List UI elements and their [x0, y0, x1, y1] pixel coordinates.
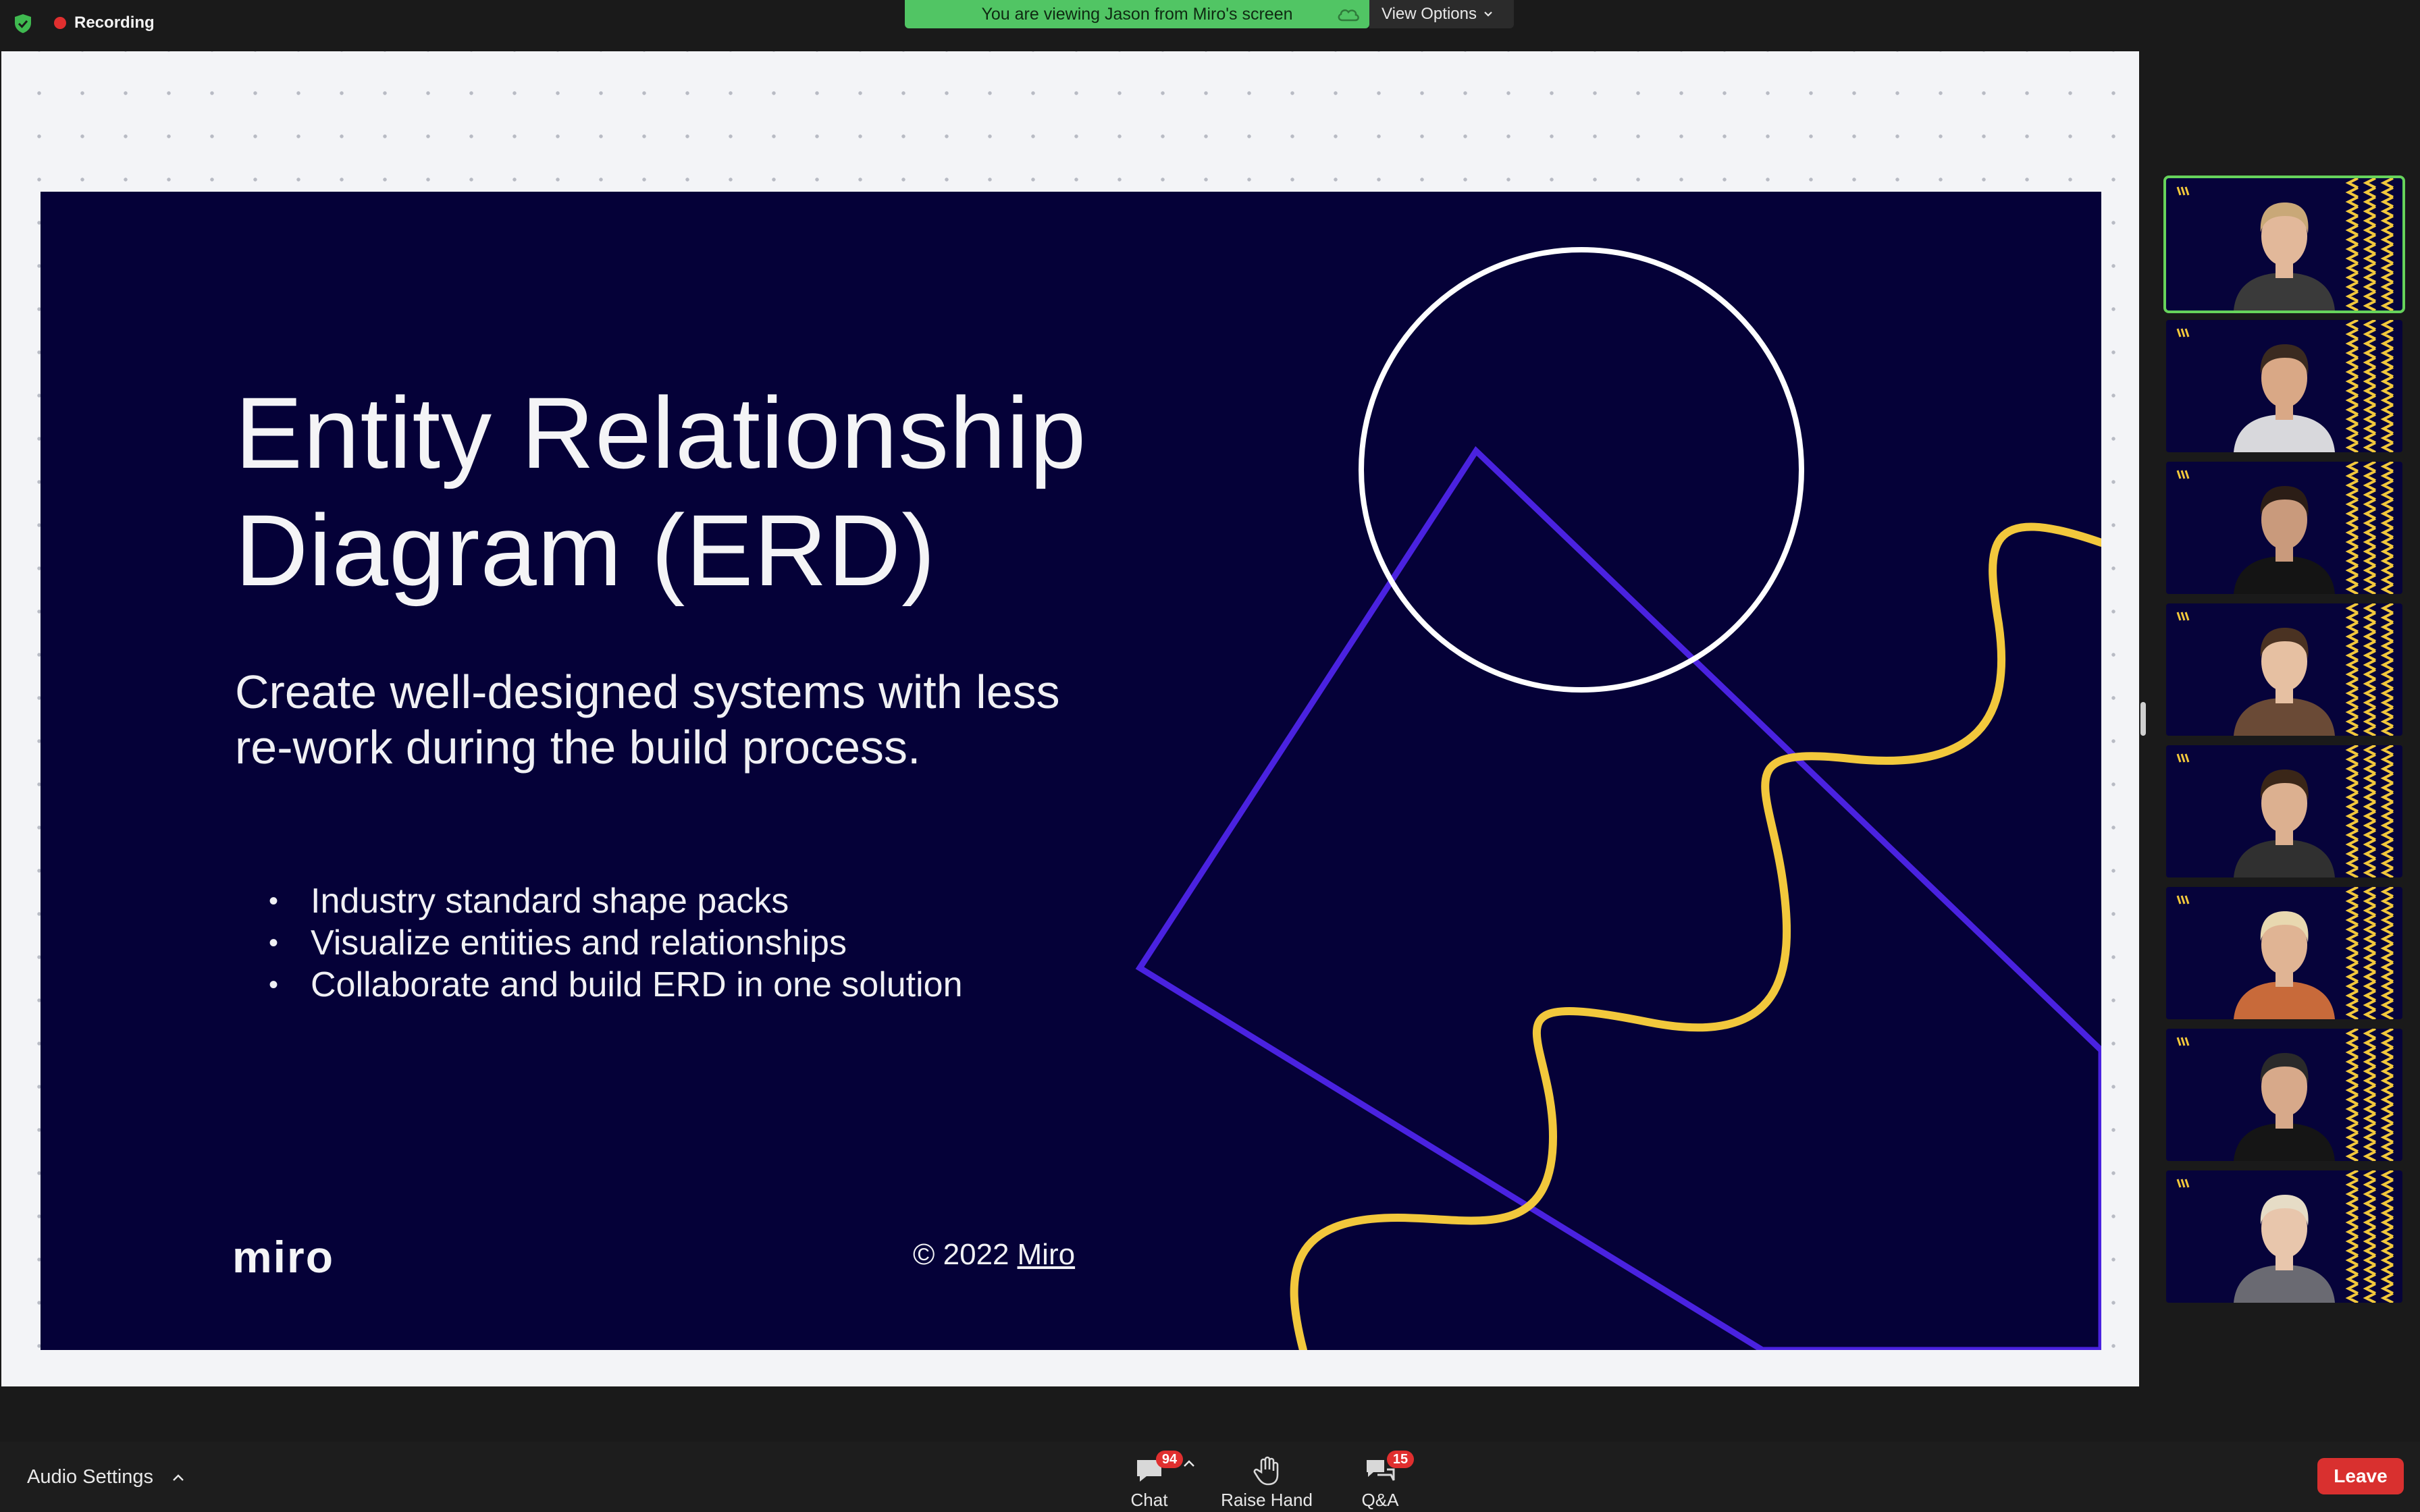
- bullet-item: Collaborate and build ERD in one solutio…: [269, 964, 962, 1006]
- view-options-button[interactable]: View Options: [1369, 0, 1514, 28]
- view-options-label: View Options: [1382, 5, 1477, 23]
- chat-bubble-icon: 94: [1133, 1451, 1183, 1486]
- slide-title-line2: Diagram (ERD): [235, 493, 937, 607]
- chevron-pattern-icon: [2345, 745, 2394, 878]
- miro-mark-icon: [2176, 470, 2190, 479]
- chat-badge: 94: [1156, 1451, 1183, 1468]
- miro-mark-icon: [2176, 895, 2190, 905]
- chevron-pattern-icon: [2345, 1170, 2394, 1303]
- participant-tile[interactable]: [2166, 887, 2402, 1019]
- miro-mark-icon: [2176, 753, 2190, 763]
- chevron-pattern-icon: [2345, 603, 2394, 736]
- bullet-item: Visualize entities and relationships: [269, 922, 963, 964]
- chat-label: Chat: [1130, 1490, 1168, 1510]
- participant-tile[interactable]: [2166, 603, 2402, 736]
- qa-label: Q&A: [1361, 1490, 1399, 1510]
- chat-button[interactable]: 94 Chat: [1102, 1450, 1196, 1511]
- participant-tile[interactable]: [2166, 1029, 2402, 1161]
- chevron-pattern-icon: [2345, 320, 2394, 452]
- top-bar: Recording You are viewing Jason from Mir…: [0, 0, 2420, 47]
- chat-options-caret-icon[interactable]: [1183, 1459, 1195, 1467]
- participant-video-icon: [2234, 628, 2335, 736]
- slide-bullets: Industry standard shape packs Visualize …: [269, 880, 963, 1006]
- bullet-item: Industry standard shape packs: [269, 880, 963, 922]
- qa-button[interactable]: 15 Q&A: [1333, 1450, 1427, 1511]
- viewing-banner-text: You are viewing Jason from Miro's screen: [981, 4, 1293, 24]
- chevron-pattern-icon: [2345, 887, 2394, 1019]
- raise-hand-button[interactable]: Raise Hand: [1219, 1450, 1314, 1511]
- slide-copyright: © 2022 Miro: [913, 1238, 1075, 1272]
- miro-mark-icon: [2176, 1037, 2190, 1046]
- audio-settings-button[interactable]: Audio Settings: [27, 1466, 184, 1488]
- panel-resize-handle[interactable]: [2140, 702, 2146, 736]
- slide-title: Entity Relationship Diagram (ERD): [235, 374, 1248, 609]
- shared-screen: Entity Relationship Diagram (ERD) Create…: [1, 51, 2139, 1386]
- audio-settings-label: Audio Settings: [27, 1466, 154, 1488]
- participant-video-icon: [2234, 1053, 2335, 1161]
- slide-subtitle: Create well-designed systems with less r…: [235, 666, 1060, 774]
- participant-video-icon: [2234, 344, 2335, 452]
- participant-tile[interactable]: [2163, 176, 2405, 313]
- chevron-pattern-icon: [2345, 1029, 2394, 1161]
- participant-tile[interactable]: [2166, 1170, 2402, 1303]
- participant-video-icon: [2234, 911, 2335, 1019]
- participant-tile[interactable]: [2166, 462, 2402, 594]
- slide-title-line1: Entity Relationship: [235, 376, 1087, 489]
- participant-video-icon: [2234, 486, 2335, 594]
- miro-mark-icon: [2176, 328, 2190, 338]
- miro-mark-icon: [2176, 186, 2190, 196]
- miro-mark-icon: [2176, 1179, 2190, 1188]
- participant-tile[interactable]: [2166, 745, 2402, 878]
- miro-mark-icon: [2176, 612, 2190, 621]
- participant-video-icon: [2234, 1195, 2335, 1303]
- chevron-pattern-icon: [2345, 462, 2394, 594]
- record-dot-icon: [54, 17, 66, 29]
- bottom-toolbar: Audio Settings 94 Chat Raise Hand 15 Q&A…: [0, 1442, 2420, 1512]
- participant-tile[interactable]: [2166, 320, 2402, 452]
- recording-indicator[interactable]: Recording: [54, 12, 155, 34]
- leave-button[interactable]: Leave: [2317, 1458, 2404, 1494]
- chevron-pattern-icon: [2345, 178, 2394, 310]
- hand-icon: [1251, 1456, 1283, 1486]
- copyright-link[interactable]: Miro: [1018, 1238, 1076, 1272]
- cloud-icon[interactable]: [1336, 5, 1361, 23]
- chevron-down-icon: [1484, 11, 1492, 17]
- copyright-prefix: © 2022: [913, 1238, 1009, 1271]
- miro-logo: miro: [232, 1232, 335, 1282]
- viewing-banner: You are viewing Jason from Miro's screen: [905, 0, 1369, 28]
- shield-check-icon[interactable]: [14, 14, 32, 34]
- participant-video-icon: [2234, 202, 2335, 310]
- presentation-slide: Entity Relationship Diagram (ERD) Create…: [41, 192, 2101, 1350]
- recording-label: Recording: [74, 14, 155, 32]
- qa-badge: 15: [1387, 1451, 1414, 1468]
- participant-video-icon: [2234, 770, 2335, 878]
- qa-bubble-icon: 15: [1364, 1451, 1414, 1486]
- caret-up-icon[interactable]: [172, 1474, 184, 1482]
- raise-hand-label: Raise Hand: [1221, 1490, 1313, 1510]
